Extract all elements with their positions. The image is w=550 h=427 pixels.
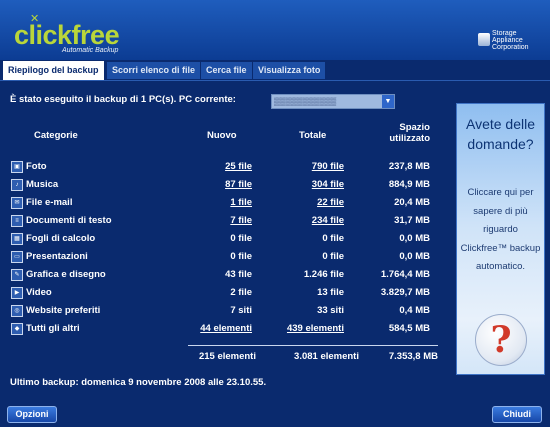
vendor-line: Appliance [492,37,523,44]
last-backup-text: Ultimo backup: domenica 9 novembre 2008 … [10,377,267,388]
total-count[interactable]: 304 file [312,179,344,190]
total-new: 215 elementi [198,351,256,362]
category-label: Fogli di calcolo [26,233,96,244]
question-mark-icon: ? [475,314,527,366]
total-count[interactable]: 234 file [312,215,344,226]
category-label: Presentazioni [26,251,88,262]
other-files-icon: ◆ [11,323,23,335]
music-icon: ♪ [11,179,23,191]
footer-bar: Opzioni Chiudi [0,399,550,427]
new-count: 7 siti [230,305,252,316]
tab-backup-summary[interactable]: Riepilogo del backup [3,61,104,80]
space-used: 31,7 MB [394,215,430,226]
space-used: 884,9 MB [388,179,430,190]
photo-icon: ▣ [11,161,23,173]
total-count: 0 file [322,251,344,262]
total-count: 13 file [317,287,344,298]
current-pc-value: ▒▒▒▒▒▒▒▒▒▒▒ [274,97,337,106]
column-header-space: Spazio utilizzato [389,122,430,144]
new-count: 0 file [230,251,252,262]
email-icon: ✉ [11,197,23,209]
total-count[interactable]: 22 file [317,197,344,208]
category-row: ▦ Fogli di calcolo 0 file 0 file 0,0 MB [8,229,440,247]
question-mark-glyph: ? [490,319,512,361]
tab-view-photos[interactable]: Visualizza foto [253,62,326,79]
space-used: 20,4 MB [394,197,430,208]
category-label: Tutti gli altri [26,323,80,334]
category-label: Foto [26,161,47,172]
help-banner[interactable]: Avete delle domande? Cliccare qui per sa… [456,103,545,375]
new-count[interactable]: 44 elementi [200,323,252,334]
new-count: 43 file [225,269,252,280]
options-button[interactable]: Opzioni [7,406,57,423]
category-label: Video [26,287,52,298]
total-count: 33 siti [317,305,344,316]
space-used: 237,8 MB [388,161,430,172]
total-items: 3.081 elementi [294,351,359,362]
tab-search-files[interactable]: Cerca file [201,62,252,79]
category-label: Grafica e disegno [26,269,106,280]
category-row: ◆ Tutti gli altri 44 elementi 439 elementi 5… [8,319,440,337]
category-label: Musica [26,179,59,190]
current-pc-dropdown[interactable]: ▒▒▒▒▒▒▒▒▒▒▒ ▼ [271,94,395,109]
total-count[interactable]: 790 file [312,161,344,172]
clickfree-window: ✕ clickfree Automatic Backup Storage App… [0,0,550,427]
website-icon: ◎ [11,305,23,317]
video-icon: ▶ [11,287,23,299]
close-button[interactable]: Chiudi [492,406,542,423]
space-used: 1.764,4 MB [380,269,430,280]
category-row: ▶ Video 2 file 13 file 3.829,7 MB [8,283,440,301]
category-label: Website preferiti [26,305,101,316]
column-header-total: Totale [299,130,327,141]
presentation-icon: ▭ [11,251,23,263]
help-title: Avete delle domande? [465,116,535,152]
category-row: ◎ Website preferiti 7 siti 33 siti 0,4 MB [8,301,440,319]
vendor-mark-icon [478,33,490,46]
total-count: 1.246 file [303,269,344,280]
document-icon: ≡ [11,215,23,227]
new-count[interactable]: 87 file [225,179,252,190]
new-count[interactable]: 25 file [225,161,252,172]
space-used: 3.829,7 MB [380,287,430,298]
chevron-down-icon[interactable]: ▼ [382,95,394,108]
vendor-logo: Storage Appliance Corporation [478,30,542,52]
total-count: 0 file [322,233,344,244]
category-row: ▣ Foto 25 file 790 file 237,8 MB [8,157,440,175]
vendor-line: Storage [492,30,517,37]
graphics-icon: ✎ [11,269,23,281]
total-space: 7.353,8 MB [388,351,438,362]
category-row: ▭ Presentazioni 0 file 0 file 0,0 MB [8,247,440,265]
total-count[interactable]: 439 elementi [287,323,344,334]
spreadsheet-icon: ▦ [11,233,23,245]
vendor-line: Corporation [492,44,529,51]
help-text: Cliccare qui per sapere di più riguardo … [460,187,541,272]
column-header-new: Nuovo [207,130,237,141]
category-row: ✎ Grafica e disegno 43 file 1.246 file 1.764… [8,265,440,283]
category-row: ✉ File e-mail 1 file 22 file 20,4 MB [8,193,440,211]
summary-panel: È stato eseguito il backup di 1 PC(s). P… [0,81,550,399]
category-row: ♪ Musica 87 file 304 file 884,9 MB [8,175,440,193]
column-header-category: Categorie [34,130,78,141]
pc-status-text: È stato eseguito il backup di 1 PC(s). P… [10,94,236,105]
logo-tagline: Automatic Backup [62,47,119,54]
space-used: 0,0 MB [399,233,430,244]
tab-browse-files[interactable]: Scorri elenco di file [107,62,201,79]
new-count[interactable]: 1 file [230,197,252,208]
new-count: 2 file [230,287,252,298]
tab-bar: Riepilogo del backup Scorri elenco di fi… [0,60,550,81]
category-row: ≡ Documenti di testo 7 file 234 file 31,7 MB [8,211,440,229]
category-label: Documenti di testo [26,215,112,226]
clickfree-logo: clickfree [14,20,120,50]
space-used: 584,5 MB [388,323,430,334]
category-label: File e-mail [26,197,73,208]
header-bar: ✕ clickfree Automatic Backup Storage App… [0,0,550,60]
totals-divider [188,345,438,346]
new-count[interactable]: 7 file [230,215,252,226]
new-count: 0 file [230,233,252,244]
space-used: 0,0 MB [399,251,430,262]
space-used: 0,4 MB [399,305,430,316]
